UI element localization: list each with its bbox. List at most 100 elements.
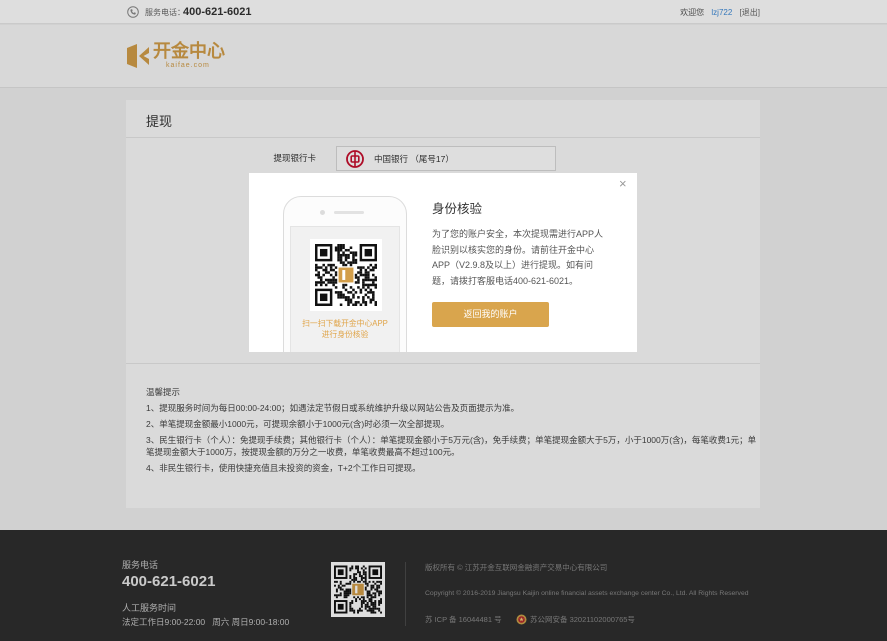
- qr-module: [315, 266, 318, 269]
- qr-module: [354, 303, 358, 306]
- qr-module: [362, 296, 365, 299]
- qr-module: [334, 248, 338, 252]
- qr-module: [319, 278, 323, 282]
- qr-module: [334, 246, 338, 250]
- qr-module: [339, 261, 343, 264]
- qr-module: [334, 273, 338, 277]
- qr-module: [324, 266, 328, 269]
- qr-logo-mark: [342, 270, 346, 280]
- qr-module: [349, 298, 353, 302]
- qr-module: [374, 276, 377, 279]
- app-download-qr: [310, 239, 382, 311]
- qr-module: [347, 301, 350, 304]
- qr-module: [337, 248, 340, 252]
- qr-module: [344, 258, 348, 262]
- qr-module: [329, 281, 333, 284]
- qr-module: [354, 261, 358, 264]
- qr-module: [364, 301, 368, 304]
- qr-module: [364, 288, 368, 292]
- qr-module: [339, 293, 343, 297]
- qr-module: [367, 283, 370, 287]
- qr-code-icon: [315, 244, 377, 306]
- qr-module: [352, 288, 355, 292]
- identity-verify-dialog: × 扫一扫下载开金中心APP 进行身份核验 身份核验 为了您的账户安全，本次提现…: [249, 173, 637, 352]
- qr-module: [359, 303, 363, 306]
- qr-module: [369, 278, 373, 282]
- qr-module: [342, 293, 345, 297]
- qr-module: [372, 281, 375, 284]
- close-icon[interactable]: ×: [619, 177, 627, 191]
- qr-caption-line-2: 进行身份核验: [321, 330, 369, 339]
- qr-module: [337, 246, 340, 250]
- qr-module: [329, 273, 333, 277]
- qr-finder: [319, 293, 328, 302]
- qr-module: [372, 298, 375, 302]
- qr-module: [327, 263, 330, 267]
- qr-module: [352, 253, 355, 257]
- qr-module: [337, 253, 340, 257]
- qr-module: [362, 301, 365, 304]
- qr-module: [369, 298, 373, 302]
- qr-module: [324, 283, 328, 287]
- qr-module: [324, 271, 328, 274]
- qr-module: [362, 298, 365, 302]
- qr-module: [362, 278, 365, 282]
- qr-module: [372, 266, 375, 269]
- qr-module: [332, 281, 335, 284]
- qr-module: [317, 273, 321, 277]
- qr-module: [367, 276, 370, 279]
- qr-module: [347, 296, 350, 299]
- qr-module: [354, 301, 358, 304]
- qr-module: [357, 296, 360, 299]
- qr-module: [362, 273, 365, 277]
- qr-module: [369, 268, 373, 272]
- qr-module: [354, 273, 358, 277]
- qr-module: [347, 253, 350, 257]
- qr-module: [362, 283, 365, 287]
- qr-module: [337, 251, 340, 254]
- qr-module: [372, 283, 375, 287]
- qr-module: [367, 266, 370, 269]
- qr-module: [374, 266, 377, 269]
- qr-module: [344, 256, 348, 259]
- qr-module: [342, 296, 345, 299]
- qr-finder: [319, 248, 328, 257]
- qr-module: [342, 244, 345, 247]
- qr-module: [354, 253, 358, 257]
- qr-module: [364, 268, 368, 272]
- qr-module: [352, 296, 355, 299]
- qr-module: [347, 261, 350, 264]
- qr-module: [359, 291, 363, 294]
- qr-module: [372, 278, 375, 282]
- qr-module: [339, 291, 343, 294]
- qr-logo-mark: [338, 267, 354, 283]
- qr-module: [364, 283, 368, 287]
- qr-module: [372, 273, 375, 277]
- qr-module: [359, 271, 363, 274]
- qr-module: [374, 283, 377, 287]
- qr-module: [344, 263, 348, 267]
- back-to-account-button[interactable]: 返回我的账户: [432, 302, 549, 327]
- qr-module: [347, 256, 350, 259]
- qr-module: [322, 263, 325, 267]
- qr-module: [354, 291, 358, 294]
- qr-module: [357, 286, 360, 289]
- qr-module: [352, 258, 355, 262]
- qr-module: [342, 253, 345, 257]
- phone-camera: [320, 210, 325, 215]
- qr-module: [362, 266, 365, 269]
- qr-module: [334, 281, 338, 284]
- qr-module: [367, 296, 370, 299]
- qr-module: [367, 278, 370, 282]
- qr-module: [339, 303, 343, 306]
- qr-module: [322, 281, 325, 284]
- qr-module: [369, 263, 373, 267]
- qr-module: [364, 293, 368, 297]
- qr-module: [374, 301, 377, 304]
- qr-module: [324, 278, 328, 282]
- qr-module: [329, 266, 333, 269]
- qr-finder: [364, 248, 373, 257]
- qr-module: [374, 278, 377, 282]
- qr-module: [322, 273, 325, 277]
- qr-module: [332, 276, 335, 279]
